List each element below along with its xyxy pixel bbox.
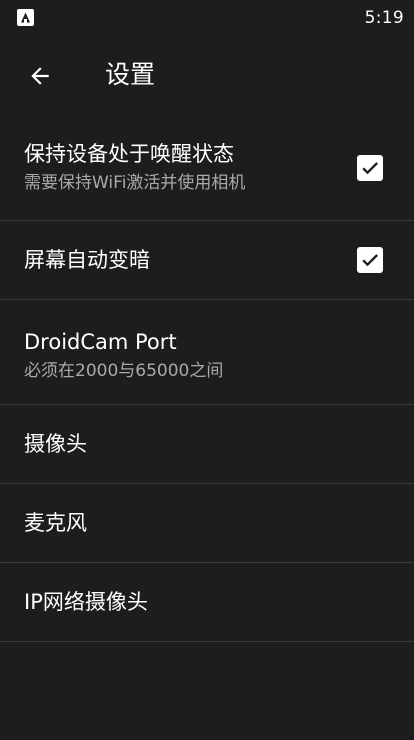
arrow-left-icon	[31, 67, 49, 85]
page-title: 设置	[105, 60, 156, 89]
app-notification-icon	[17, 9, 34, 26]
setting-camera[interactable]: 摄像头	[0, 405, 414, 484]
status-time: 5:19	[364, 8, 404, 28]
setting-title: IP网络摄像头	[24, 590, 148, 614]
setting-microphone[interactable]: 麦克风	[0, 484, 414, 563]
setting-title: 屏幕自动变暗	[24, 248, 150, 272]
setting-keep-awake[interactable]: 保持设备处于唤醒状态 需要保持WiFi激活并使用相机	[0, 116, 414, 221]
checkmark-icon	[362, 254, 378, 267]
setting-title: DroidCam Port	[24, 330, 177, 354]
setting-title: 保持设备处于唤醒状态	[24, 142, 234, 166]
setting-auto-dim[interactable]: 屏幕自动变暗	[0, 221, 414, 300]
setting-summary: 需要保持WiFi激活并使用相机	[24, 173, 246, 193]
setting-ip-webcam[interactable]: IP网络摄像头	[0, 563, 414, 642]
status-bar: 5:19	[0, 0, 414, 36]
keep-awake-checkbox[interactable]	[357, 155, 383, 181]
settings-screen: 5:19 设置 保持设备处于唤醒状态 需要保持WiFi激活并使用相机 屏幕自动变…	[0, 0, 414, 740]
auto-dim-checkbox[interactable]	[357, 247, 383, 273]
setting-droidcam-port[interactable]: DroidCam Port 必须在2000与65000之间	[0, 300, 414, 405]
setting-summary: 必须在2000与65000之间	[24, 361, 224, 381]
app-bar: 设置	[0, 36, 414, 116]
setting-title: 麦克风	[24, 511, 87, 535]
settings-list: 保持设备处于唤醒状态 需要保持WiFi激活并使用相机 屏幕自动变暗 DroidC…	[0, 116, 414, 642]
back-button[interactable]	[16, 52, 64, 100]
setting-title: 摄像头	[24, 432, 87, 456]
checkmark-icon	[362, 162, 378, 175]
